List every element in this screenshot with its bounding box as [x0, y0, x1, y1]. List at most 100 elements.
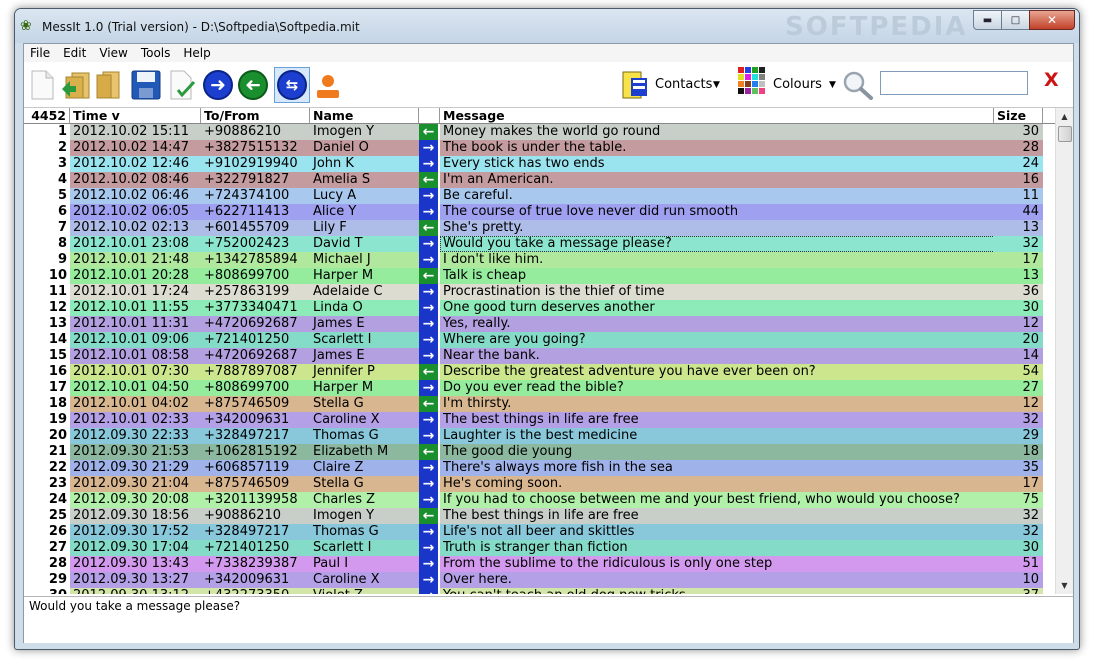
row-message: He's coming soon. — [440, 476, 997, 492]
row-time: 2012.10.02 15:11 — [70, 124, 204, 140]
arrow-left-icon: ← — [419, 508, 438, 524]
arrow-right-icon: → — [419, 380, 438, 396]
table-row[interactable]: 19 2012.10.01 02:33 +342009631 Caroline X → T… — [24, 412, 1055, 428]
row-number: 25 — [24, 508, 70, 524]
menu-tools[interactable]: Tools — [135, 44, 178, 62]
row-time: 2012.09.30 13:12 — [70, 588, 204, 594]
col-message-header[interactable]: Message — [440, 108, 994, 123]
title-bar[interactable]: ❀ MessIt 1.0 (Trial version) - D:\Softpe… — [15, 9, 1079, 43]
client-area: File Edit View Tools Help ➜ ➜ ⇆ Contacts… — [23, 43, 1074, 643]
table-row[interactable]: 2 2012.10.02 14:47 +3827515132 Daniel O → The… — [24, 140, 1055, 156]
menu-file[interactable]: File — [24, 44, 57, 62]
row-size: 36 — [994, 284, 1043, 300]
import-button[interactable] — [60, 69, 92, 101]
row-size: 30 — [994, 300, 1043, 316]
row-size: 18 — [994, 444, 1043, 460]
row-number: 24 — [24, 492, 70, 508]
menu-edit[interactable]: Edit — [57, 44, 93, 62]
col-to-from-header[interactable]: To/From — [201, 108, 310, 123]
table-row[interactable]: 22 2012.09.30 21:29 +606857119 Claire Z → The… — [24, 460, 1055, 476]
row-size: 37 — [994, 588, 1043, 594]
swap-direction-button[interactable]: ⇆ — [274, 67, 310, 103]
row-phone: +875746509 — [201, 476, 313, 492]
table-row[interactable]: 26 2012.09.30 17:52 +328497217 Thomas G → Lif… — [24, 524, 1055, 540]
col-count-header[interactable]: 4452 — [24, 108, 70, 123]
colours-label[interactable]: Colours — [773, 77, 822, 92]
table-row[interactable]: 9 2012.10.01 21:48 +1342785894 Michael J → I … — [24, 252, 1055, 268]
colours-dropdown-icon[interactable]: ▼ — [829, 80, 836, 90]
close-icon: ✕ — [1046, 13, 1058, 27]
arrow-left-icon: ← — [419, 396, 438, 412]
table-row[interactable]: 10 2012.10.01 20:28 +808699700 Harper M ← Tal… — [24, 268, 1055, 284]
row-size: 51 — [994, 556, 1043, 572]
folder-icon — [96, 71, 120, 99]
close-button[interactable]: ✕ — [1029, 10, 1075, 30]
arrow-right-icon: → — [419, 332, 438, 348]
col-direction-header[interactable] — [419, 108, 440, 123]
colour-palette-icon[interactable] — [738, 67, 765, 94]
new-file-button[interactable] — [26, 69, 58, 101]
contact-person-button[interactable] — [312, 69, 344, 101]
table-row[interactable]: 15 2012.10.01 08:58 +4720692687 James E → Nea… — [24, 348, 1055, 364]
contacts-label[interactable]: Contacts — [655, 77, 712, 92]
row-phone: +90886210 — [201, 508, 313, 524]
check-button[interactable] — [166, 69, 198, 101]
clear-search-button[interactable]: X — [1044, 69, 1059, 91]
table-row[interactable]: 14 2012.10.01 09:06 +721401250 Scarlett I → W… — [24, 332, 1055, 348]
maximize-button[interactable]: □ — [1001, 10, 1030, 30]
table-row[interactable]: 8 2012.10.01 23:08 +752002423 David T → Would… — [24, 236, 1055, 252]
search-button[interactable] — [842, 69, 874, 101]
scroll-up-icon[interactable]: ▲ — [1056, 108, 1073, 125]
save-button[interactable] — [130, 69, 162, 101]
col-size-header[interactable]: Size — [994, 108, 1043, 123]
table-row[interactable]: 11 2012.10.01 17:24 +257863199 Adelaide C → P… — [24, 284, 1055, 300]
magnifier-icon — [843, 71, 873, 100]
row-number: 14 — [24, 332, 70, 348]
row-time: 2012.09.30 17:04 — [70, 540, 204, 556]
table-row[interactable]: 21 2012.09.30 21:53 +1062815192 Elizabeth M… — [24, 444, 1055, 460]
contacts-dropdown-icon[interactable]: ▼ — [713, 80, 720, 90]
table-row[interactable]: 6 2012.10.02 06:05 +622711413 Alice Y → The c… — [24, 204, 1055, 220]
menu-help[interactable]: Help — [177, 44, 217, 62]
row-number: 16 — [24, 364, 70, 380]
row-number: 1 — [24, 124, 70, 140]
table-row[interactable]: 25 2012.09.30 18:56 +90886210 Imogen Y ← The … — [24, 508, 1055, 524]
scroll-down-icon[interactable]: ▼ — [1056, 577, 1073, 594]
table-row[interactable]: 7 2012.10.02 02:13 +601455709 Lily F ← She's … — [24, 220, 1055, 236]
contacts-button[interactable] — [618, 69, 650, 101]
back-button[interactable]: ➜ — [237, 69, 269, 101]
scroll-thumb[interactable] — [1058, 126, 1072, 142]
table-row[interactable]: 20 2012.09.30 22:33 +328497217 Thomas G → Lau… — [24, 428, 1055, 444]
table-row[interactable]: 16 2012.10.01 07:30 +7887897087 Jennifer P ←… — [24, 364, 1055, 380]
table-row[interactable]: 18 2012.10.01 04:02 +875746509 Stella G ← I'm… — [24, 396, 1055, 412]
table-row[interactable]: 29 2012.09.30 13:27 +342009631 Caroline X → O… — [24, 572, 1055, 588]
row-message: Life's not all beer and skittles — [440, 524, 997, 540]
row-size: 14 — [994, 348, 1043, 364]
table-row[interactable]: 4 2012.10.02 08:46 +322791827 Amelia S ← I'm … — [24, 172, 1055, 188]
table-row[interactable]: 23 2012.09.30 21:04 +875746509 Stella G → He'… — [24, 476, 1055, 492]
forward-button[interactable]: ➜ — [202, 69, 234, 101]
table-row[interactable]: 302012.09.30 13:12+432273350Violet Z→You… — [24, 588, 1055, 594]
table-row[interactable]: 3 2012.10.02 12:46 +9102919940 John K → Every… — [24, 156, 1055, 172]
table-row[interactable]: 13 2012.10.01 11:31 +4720692687 James E → Yes… — [24, 316, 1055, 332]
col-name-header[interactable]: Name — [310, 108, 419, 123]
table-row[interactable]: 27 2012.09.30 17:04 +721401250 Scarlett I → T… — [24, 540, 1055, 556]
open-folder-button[interactable] — [92, 69, 124, 101]
table-row[interactable]: 12 2012.10.01 11:55 +3773340471 Linda O → One… — [24, 300, 1055, 316]
table-row[interactable]: 1 2012.10.02 15:11 +90886210 Imogen Y ← Money… — [24, 124, 1055, 140]
message-preview[interactable]: Would you take a message please? — [24, 596, 1073, 643]
row-phone: +7887897087 — [201, 364, 313, 380]
col-time-header[interactable]: Time v — [70, 108, 201, 123]
table-row[interactable]: 24 2012.09.30 20:08 +3201139958 Charles Z → I… — [24, 492, 1055, 508]
contacts-book-icon — [622, 71, 647, 99]
search-input[interactable] — [880, 71, 1028, 95]
row-size: 32 — [994, 412, 1043, 428]
minimize-button[interactable]: ▬ — [973, 10, 1002, 30]
row-message: Over here. — [440, 572, 997, 588]
table-row[interactable]: 5 2012.10.02 06:46 +724374100 Lucy A → Be car… — [24, 188, 1055, 204]
vertical-scrollbar[interactable]: ▲ ▼ — [1055, 108, 1073, 594]
menu-view[interactable]: View — [93, 44, 134, 62]
table-row[interactable]: 17 2012.10.01 04:50 +808699700 Harper M → Do … — [24, 380, 1055, 396]
table-row[interactable]: 28 2012.09.30 13:43 +7338239387 Paul I → From… — [24, 556, 1055, 572]
row-phone: +3827515132 — [201, 140, 313, 156]
